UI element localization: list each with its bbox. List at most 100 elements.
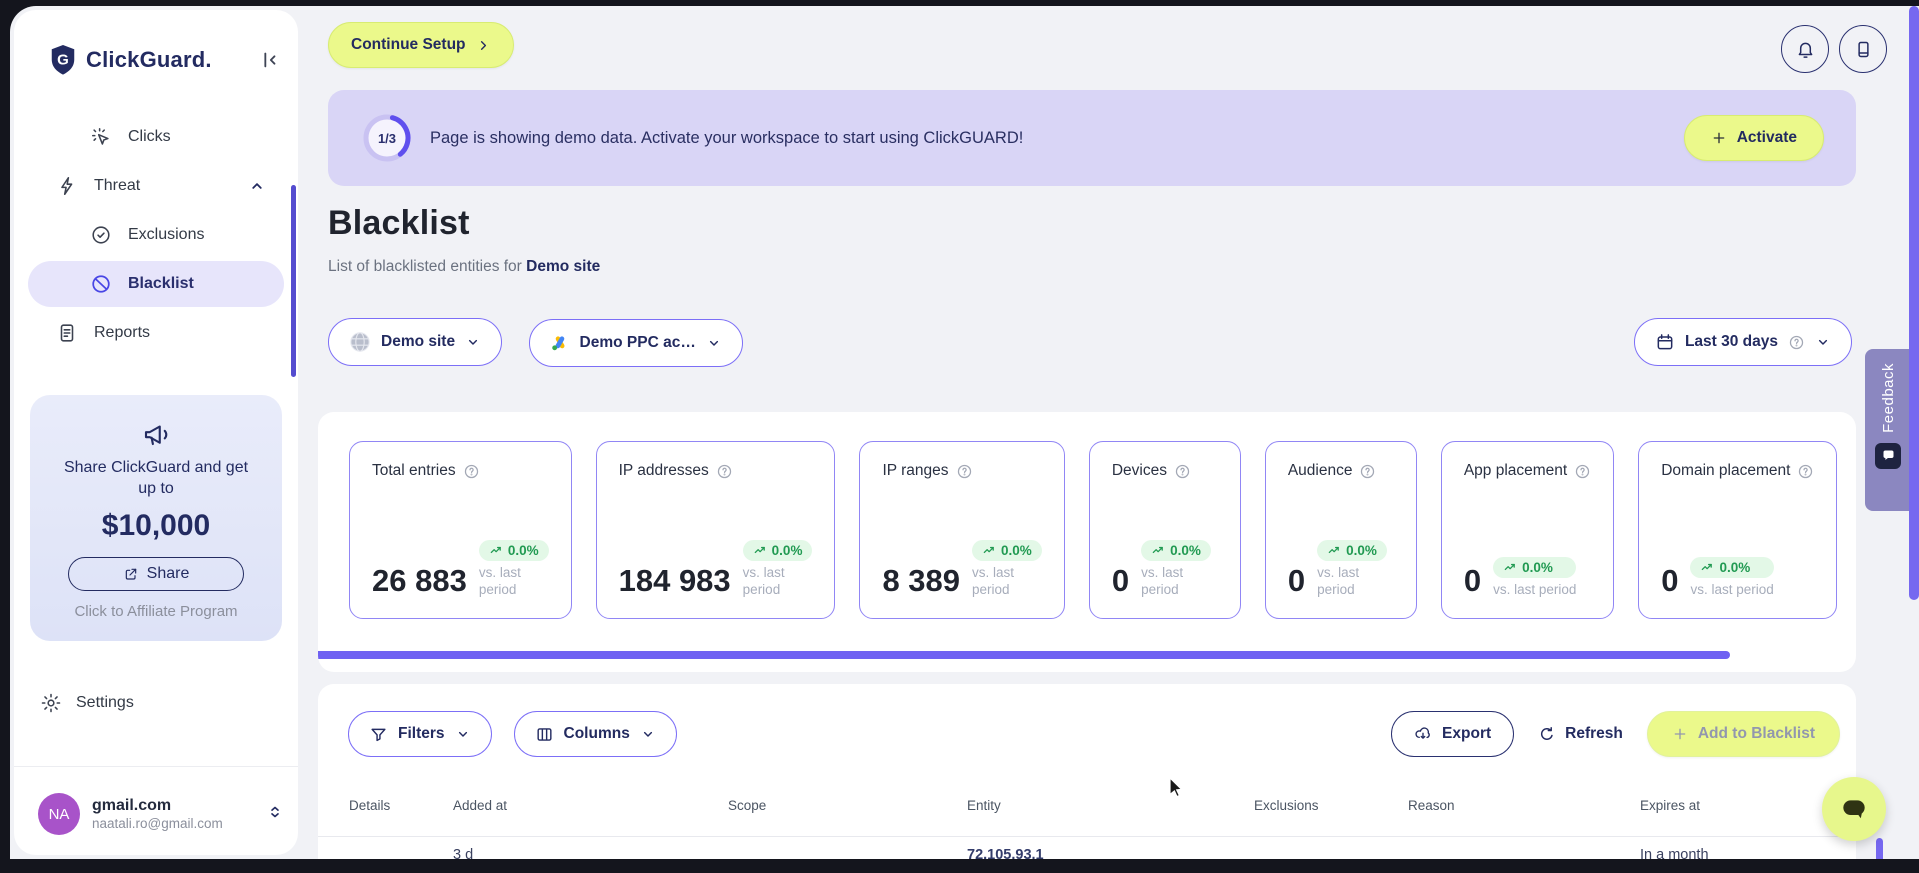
stat-label: Audience	[1287, 462, 1353, 479]
table-header-row: Details Added at Scope Entity Exclusions Reas…	[349, 798, 1856, 813]
trend-up-icon	[1151, 544, 1165, 558]
sidebar-item-clicks[interactable]: Clicks	[28, 114, 284, 160]
date-range-selector[interactable]: Last 30 days	[1633, 318, 1852, 366]
column-header-added-at[interactable]: Added at	[453, 798, 728, 813]
sidebar-nav: Clicks Threat Exclusions Blacklist Reports	[28, 114, 284, 359]
activate-button[interactable]: Activate	[1683, 115, 1824, 161]
sidebar-item-label: Reports	[94, 324, 151, 341]
collapse-sidebar-icon[interactable]	[258, 49, 280, 71]
continue-setup-button[interactable]: Continue Setup	[328, 22, 514, 68]
notifications-button[interactable]	[1781, 25, 1829, 73]
help-icon[interactable]	[716, 463, 733, 480]
chat-widget-button[interactable]	[1822, 777, 1886, 841]
trend-badge: 0.0%	[1493, 557, 1577, 578]
page-subtitle: List of blacklisted entities for Demo si…	[328, 258, 601, 275]
megaphone-icon	[141, 419, 171, 449]
account-email: naatali.ro@gmail.com	[92, 816, 223, 831]
table-vertical-scrollbar[interactable]	[1876, 838, 1883, 859]
sidebar-item-reports[interactable]: Reports	[28, 310, 284, 356]
column-header-exclusions[interactable]: Exclusions	[1254, 798, 1408, 813]
vs-last-period-label: vs. last period	[1493, 582, 1577, 597]
chevron-up-icon[interactable]	[248, 177, 266, 195]
column-header-entity[interactable]: Entity	[967, 798, 1254, 813]
promo-text: Share ClickGuard and get up to	[63, 459, 249, 497]
sidebar-item-threat[interactable]: Threat	[28, 163, 284, 209]
stat-value: 0	[1287, 563, 1306, 598]
row-cell-added-at: 3 d	[453, 847, 474, 859]
stat-card-total-entries: Total entries 26 883 0.0% vs. last period	[349, 441, 572, 619]
stat-label: IP addresses	[618, 462, 709, 479]
sidebar-item-label: Clicks	[128, 128, 171, 145]
help-icon[interactable]	[1359, 463, 1376, 480]
stat-card-devices: Devices 0 0.0% vs. last period	[1088, 441, 1241, 619]
column-header-expires-at[interactable]: Expires at	[1640, 798, 1840, 813]
vs-last-period-label: vs. last period	[972, 565, 1015, 597]
feedback-tab[interactable]: Feedback	[1865, 349, 1911, 511]
app-window: G ClickGuard. Clicks Threat Exclusions Blac…	[10, 6, 1919, 859]
help-icon[interactable]	[1174, 463, 1191, 480]
ppc-account-selector[interactable]: Demo PPC ac…	[528, 319, 743, 367]
sidebar-item-settings[interactable]: Settings	[40, 692, 134, 714]
row-cell-details	[349, 846, 453, 859]
docs-button[interactable]	[1839, 25, 1887, 73]
cursor-click-icon	[90, 126, 112, 148]
trend-badge: 0.0%	[478, 540, 549, 561]
help-icon[interactable]	[1574, 463, 1591, 480]
stats-horizontal-scrollbar[interactable]	[318, 651, 1730, 659]
columns-icon	[536, 727, 552, 741]
trend-badge: 0.0%	[972, 540, 1042, 561]
vs-last-period-label: vs. last period	[1317, 565, 1360, 597]
trend-up-icon	[982, 544, 996, 558]
sidebar-item-label: Exclusions	[128, 226, 205, 243]
help-icon[interactable]	[1797, 463, 1814, 480]
stat-value: 0	[1111, 563, 1130, 598]
clickguard-logo-icon: G	[48, 43, 78, 77]
trend-badge: 0.0%	[1141, 540, 1211, 561]
account-switcher[interactable]: NA gmail.com naatali.ro@gmail.com	[38, 788, 284, 840]
row-cell-scope	[728, 846, 967, 859]
trend-up-icon	[1503, 561, 1517, 575]
filters-button[interactable]: Filters	[348, 711, 492, 757]
subtitle-site-name: Demo site	[526, 258, 601, 275]
chevron-up-down-icon	[266, 803, 284, 825]
filter-icon	[371, 728, 386, 741]
chevron-down-icon	[709, 340, 718, 346]
stat-value: 26 883	[372, 563, 467, 598]
account-name: gmail.com	[92, 797, 172, 814]
row-cell-expires-at: In a month	[1640, 847, 1709, 859]
add-to-blacklist-button[interactable]: Add to Blacklist	[1646, 711, 1840, 757]
table-row[interactable]: 3 d 72.105.93.1 In a month	[349, 846, 1856, 859]
row-cell-reason	[1408, 846, 1640, 859]
vs-last-period-label: vs. last period	[1141, 565, 1184, 597]
page-title: Blacklist	[328, 204, 470, 242]
columns-button[interactable]: Columns	[513, 711, 677, 757]
vs-last-period-label: vs. last period	[478, 565, 521, 597]
stats-cards-row: Total entries 26 883 0.0% vs. last period IP…	[349, 441, 1856, 619]
stat-label: App placement	[1463, 462, 1568, 479]
column-header-details[interactable]: Details	[349, 798, 453, 813]
sidebar-item-exclusions[interactable]: Exclusions	[28, 212, 284, 258]
export-button[interactable]: Export	[1391, 711, 1515, 757]
chat-bubble-icon	[1843, 800, 1865, 819]
vs-last-period-label: vs. last period	[1690, 582, 1774, 597]
chevron-down-icon	[469, 339, 478, 345]
globe-icon	[350, 332, 370, 352]
help-icon[interactable]	[463, 463, 480, 480]
sidebar-item-blacklist[interactable]: Blacklist	[28, 261, 284, 307]
promo-amount: $10,000	[101, 509, 211, 542]
external-link-icon	[125, 568, 136, 580]
sidebar-scrollbar[interactable]	[291, 185, 296, 377]
blacklist-table-panel: Filters Columns Export Refresh Add to Bl…	[318, 684, 1856, 859]
share-button[interactable]: Share	[68, 557, 244, 591]
site-selector[interactable]: Demo site	[328, 318, 503, 366]
window-vertical-scrollbar[interactable]	[1909, 6, 1919, 600]
refresh-button[interactable]: Refresh	[1538, 725, 1623, 743]
column-header-reason[interactable]: Reason	[1408, 798, 1640, 813]
logo-row: G ClickGuard.	[48, 42, 280, 78]
help-icon[interactable]	[956, 463, 973, 480]
stat-card-ip-addresses: IP addresses 184 983 0.0% vs. last period	[595, 441, 836, 619]
column-header-scope[interactable]: Scope	[728, 798, 967, 813]
stat-value: 8 389	[882, 563, 961, 598]
sidebar-item-label: Threat	[94, 177, 141, 194]
affiliate-promo-card[interactable]: Share ClickGuard and get up to $10,000 S…	[30, 395, 282, 641]
